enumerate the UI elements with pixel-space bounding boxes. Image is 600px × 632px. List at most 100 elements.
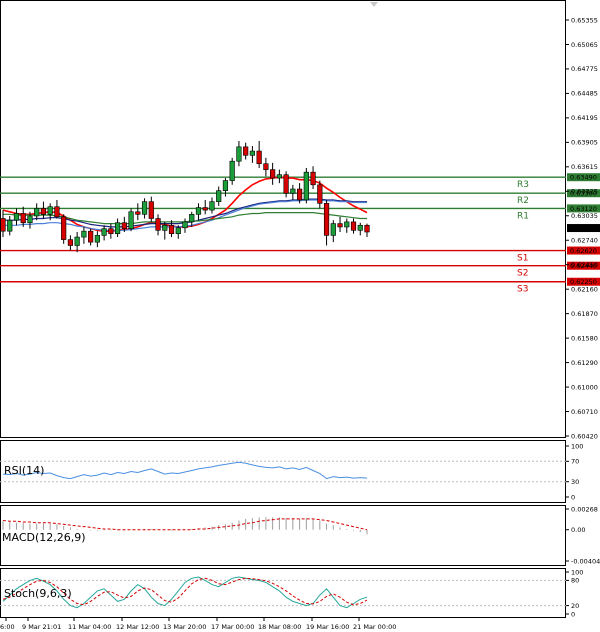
level-label-r2: R2 — [517, 196, 529, 206]
candle-bull — [249, 150, 256, 156]
macd-axis-tick-label: -0.00404 — [571, 557, 600, 565]
macd-axis-tick-label: 0.00 — [571, 526, 585, 534]
candle-bear — [20, 213, 26, 224]
stoch-axis-tick-label: 80 — [571, 577, 579, 585]
time-tick-label: 17 Mar 00:00 — [211, 623, 254, 631]
price-tick-label: 0.61290 — [571, 359, 598, 367]
candle-bull — [290, 188, 296, 194]
price-tick-label: 0.61000 — [571, 383, 598, 391]
price-tick-label: 0.60420 — [571, 432, 598, 440]
candle-bear — [155, 218, 161, 231]
price-tick-label: 0.61870 — [571, 310, 598, 318]
candle-bear — [54, 206, 60, 218]
candle-bull — [303, 171, 309, 201]
candle-bear — [88, 230, 94, 243]
rsi-axis-tick-label: 30 — [571, 478, 579, 486]
candle-bull — [34, 208, 40, 217]
candle-bull — [357, 224, 363, 231]
stoch-panel: Stoch(9,6,3) — [0, 568, 566, 618]
rsi-axis-tick-label: 100 — [571, 442, 583, 450]
price-tick-label: 0.62740 — [571, 237, 598, 245]
time-tick-label: 6:00 — [0, 623, 15, 631]
price-tick-label: 0.64775 — [571, 65, 598, 73]
candle-bull — [81, 230, 87, 238]
candle-bull — [162, 224, 168, 231]
price-tick-label: 0.63615 — [571, 163, 598, 171]
rsi-panel: RSI(14) — [0, 440, 566, 503]
candle-bull — [236, 146, 242, 162]
price-tick-label: 0.63325 — [571, 188, 598, 196]
level-label-s2: S2 — [517, 269, 528, 279]
candle-bull — [229, 160, 235, 181]
price-tick-label: 0.60710 — [571, 408, 598, 416]
candle-bull — [47, 206, 53, 215]
price-tick-label: 0.65065 — [571, 41, 598, 49]
rsi-label: RSI(14) — [4, 464, 44, 477]
indicator-axes: 100703000.002680.00-0.0040410080200 — [566, 442, 600, 618]
candle-bull — [330, 223, 336, 236]
price-axis: 0.65355 0.65065 0.64775 0.64485 0.64195 0.639… — [566, 16, 600, 440]
candle-bull — [189, 214, 195, 223]
price-tick-label: 0.62160 — [571, 285, 598, 293]
candle-bear — [283, 174, 289, 194]
candle-bear — [108, 228, 114, 234]
candle-bull — [27, 215, 33, 224]
stoch-axis-tick-label: 100 — [571, 568, 583, 576]
candle-bull — [7, 219, 13, 232]
candle-bull — [195, 207, 202, 215]
current-price-label: 0.62887 — [570, 224, 597, 232]
candle-bull — [74, 236, 80, 246]
candle-bear — [135, 211, 141, 215]
candle-bull — [276, 174, 282, 179]
candle-bear — [350, 221, 357, 231]
candle-bull — [13, 213, 20, 221]
candle-bear — [168, 224, 175, 234]
price-tick-label: 0.64485 — [571, 90, 598, 98]
time-axis: 6:00 9 Mar 21:01 11 Mar 04:00 12 Mar 12:00 1… — [0, 618, 396, 631]
candle-bear — [121, 222, 127, 229]
candle-bear — [317, 184, 323, 204]
price-tick-label: 0.63035 — [571, 212, 598, 220]
candle-bear — [337, 223, 343, 228]
price-panel-frame — [0, 0, 566, 438]
macd-panel: MACD(12,26,9) — [0, 505, 566, 566]
candle-bear — [40, 208, 47, 215]
price-tick-label: 0.65355 — [571, 16, 598, 24]
macd-axis-tick-label: 0.00268 — [571, 505, 598, 513]
stoch-panel-frame — [0, 568, 566, 618]
candle-bull — [216, 190, 222, 202]
candle-bear — [270, 169, 276, 179]
stoch-axis-tick-label: 0 — [571, 610, 575, 618]
rsi-axis-tick-label: 70 — [571, 458, 579, 466]
candle-bear — [67, 239, 74, 246]
candle-bear — [202, 207, 208, 211]
price-tick-label: 0.64195 — [571, 114, 598, 122]
candle-bear — [364, 224, 370, 233]
candle-bull — [182, 221, 188, 229]
candle-bull — [114, 222, 121, 234]
candle-bear — [323, 203, 330, 236]
price-tick-label: 0.63905 — [571, 139, 598, 147]
candle-bear — [243, 146, 249, 156]
stoch-axis-tick-label: 20 — [571, 602, 579, 610]
level-label-s3: S3 — [517, 285, 528, 295]
time-tick-label: 19 Mar 16:00 — [306, 623, 349, 631]
candle-bull — [175, 227, 181, 234]
stoch-label: Stoch(9,6,3) — [4, 587, 72, 600]
candle-bull — [222, 180, 229, 191]
candle-bull — [141, 201, 148, 215]
time-tick-label: 13 Mar 20:00 — [163, 623, 206, 631]
level-price-label: 0.62620 — [570, 247, 597, 255]
candle-bear — [256, 150, 262, 165]
candle-bear — [310, 171, 316, 186]
candle-bull — [128, 211, 134, 229]
candle-bull — [94, 235, 100, 243]
candle-bull — [344, 221, 350, 228]
candle-bear — [148, 201, 154, 219]
time-tick-label: 11 Mar 04:00 — [68, 623, 111, 631]
price-tick-label: 0.62450 — [571, 261, 598, 269]
time-tick-label: 21 Mar 00:00 — [353, 623, 396, 631]
time-tick-label: 12 Mar 12:00 — [116, 623, 159, 631]
time-tick-label: 18 Mar 08:00 — [258, 623, 301, 631]
candle-bear — [263, 163, 269, 170]
